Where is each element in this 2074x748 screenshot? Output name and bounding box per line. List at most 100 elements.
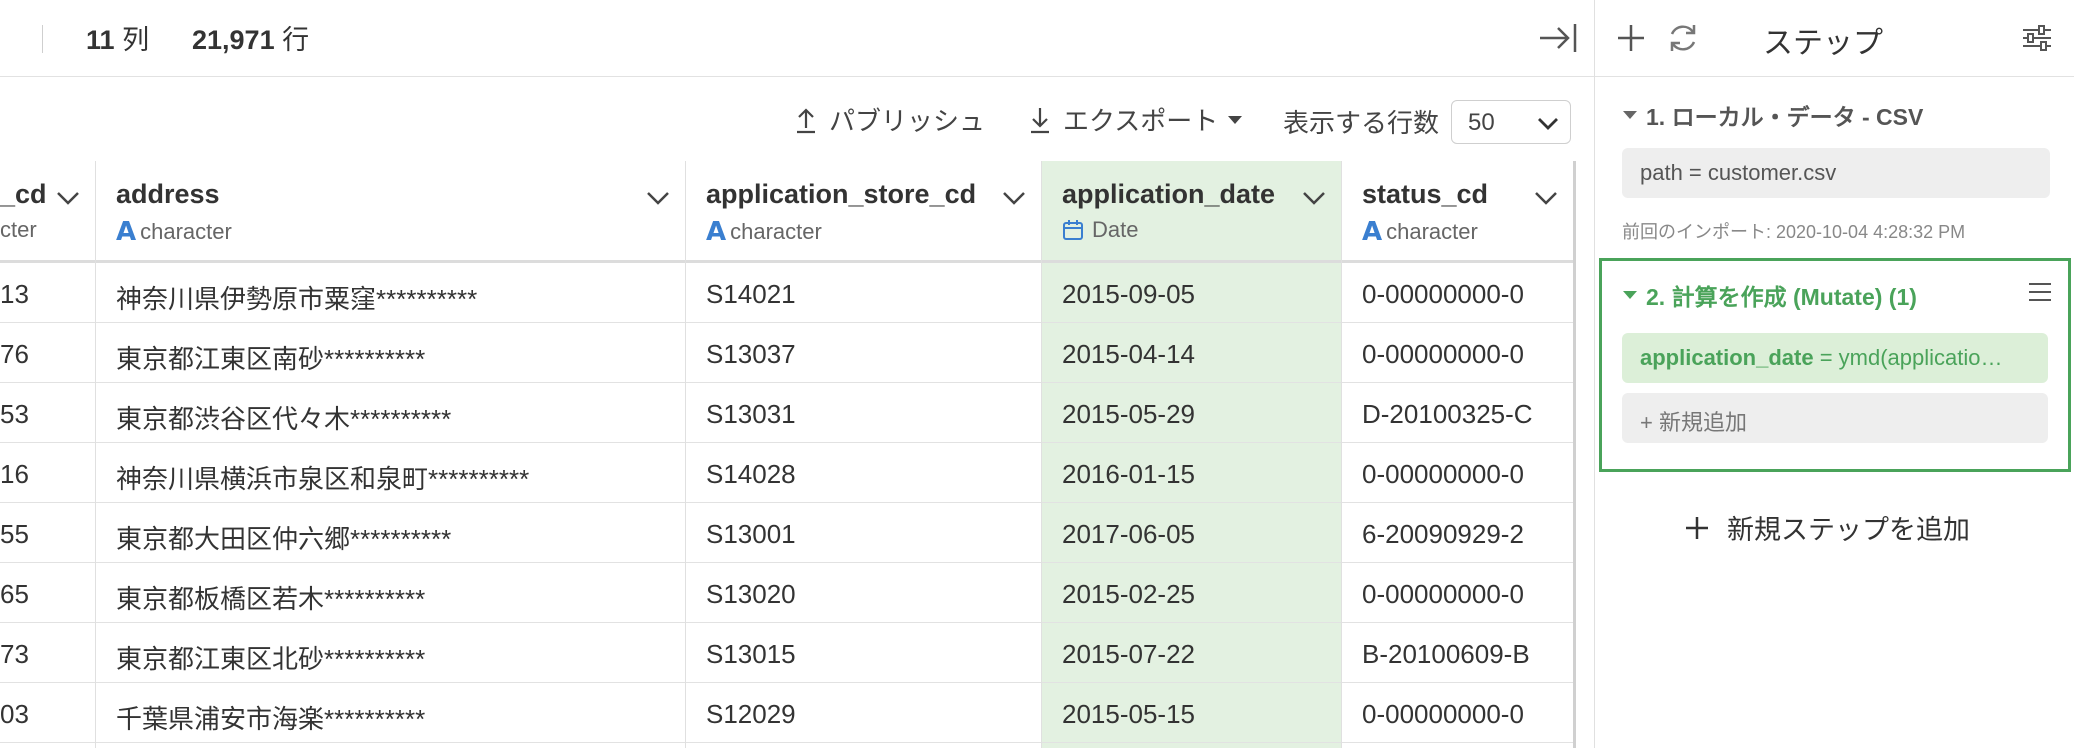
columns-count: 11 列: [86, 25, 150, 55]
table-cell[interactable]: 0-00000000-0: [1342, 683, 1573, 743]
data-table: _cd cter 13 76 53 16 55 65 73 03 address…: [0, 161, 1576, 748]
chevron-down-icon[interactable]: [55, 189, 81, 207]
column-application-store-cd: application_store_cd Acharacter S14021 S…: [686, 161, 1042, 748]
column-type: Acharacter: [116, 217, 232, 247]
panel-title: ステップ: [1763, 27, 1883, 60]
rows-count: 21,971 行: [192, 25, 310, 55]
table-cell[interactable]: 2015-09-05: [1042, 263, 1341, 323]
table-cell[interactable]: B-20100609-B: [1342, 623, 1573, 683]
step-2-param[interactable]: application_date = ymd(applicatio…: [1622, 333, 2048, 383]
top-bar: 11 列 21,971 行: [0, 0, 1594, 77]
table-cell[interactable]: 東京都板橋区若木**********: [96, 563, 685, 623]
add-new-button[interactable]: + 新規追加: [1622, 393, 2048, 443]
column-header[interactable]: _cd cter: [0, 161, 95, 263]
table-cell[interactable]: 2015-04-14: [1042, 323, 1341, 383]
table-cell[interactable]: 東京都大田区仲六郷**********: [96, 503, 685, 563]
table-cell[interactable]: 76: [0, 323, 95, 383]
table-cell[interactable]: 神奈川県横浜市泉区和泉町**********: [96, 443, 685, 503]
table-cell[interactable]: 13: [0, 263, 95, 323]
column-type: Acharacter: [1362, 217, 1478, 247]
table-cell[interactable]: 東京都江東区南砂**********: [96, 323, 685, 383]
chevron-down-icon[interactable]: [1301, 189, 1327, 207]
export-label: エクスポート: [1063, 106, 1219, 136]
last-import-note: 前回のインポート: 2020-10-04 4:28:32 PM: [1622, 222, 1966, 242]
add-step-button[interactable]: 新規ステップを追加: [1683, 508, 1970, 547]
rows-to-show-label: 表示する行数: [1283, 108, 1440, 138]
column-header[interactable]: status_cd Acharacter: [1342, 161, 1573, 263]
column-address: address Acharacter 神奈川県伊勢原市粟窪********** …: [96, 161, 686, 748]
column-header[interactable]: application_date Date: [1042, 161, 1341, 263]
download-icon: [1031, 107, 1049, 133]
column-status-cd: status_cd Acharacter 0-00000000-0 0-0000…: [1342, 161, 1573, 748]
table-cell[interactable]: 03: [0, 683, 95, 743]
table-cell[interactable]: 16: [0, 443, 95, 503]
table-cell[interactable]: 2017-06-05: [1042, 503, 1341, 563]
column-type: Date: [1062, 217, 1138, 243]
table-cell[interactable]: 65: [0, 563, 95, 623]
divider: [42, 25, 43, 53]
table-cell[interactable]: 0-00000000-0: [1342, 443, 1573, 503]
table-cell[interactable]: 神奈川県伊勢原市粟窪**********: [96, 263, 685, 323]
character-type-icon: A: [116, 217, 137, 247]
calendar-icon: [1063, 220, 1083, 240]
caret-down-icon: [1623, 291, 1637, 299]
character-type-icon: A: [1362, 217, 1383, 247]
table-cell[interactable]: S13015: [686, 623, 1041, 683]
step-1-param[interactable]: path = customer.csv: [1622, 148, 2050, 198]
column-header[interactable]: application_store_cd Acharacter: [686, 161, 1041, 263]
publish-label: パブリッシュ: [829, 106, 986, 136]
caret-down-icon: [1228, 115, 1243, 124]
step-2-header[interactable]: 2. 計算を作成 (Mutate) (1): [1622, 278, 1917, 312]
table-cell[interactable]: S12029: [686, 683, 1041, 743]
table-cell[interactable]: S14021: [686, 263, 1041, 323]
column-application-date: application_date Date 2015-09-05 2015-04…: [1042, 161, 1342, 748]
table-cell[interactable]: 0-00000000-0: [1342, 263, 1573, 323]
plus-icon[interactable]: [1613, 20, 1649, 56]
table-cell[interactable]: 0-00000000-0: [1342, 323, 1573, 383]
table-cell[interactable]: 73: [0, 623, 95, 683]
character-type-icon: A: [706, 217, 727, 247]
chevron-down-icon[interactable]: [645, 189, 671, 207]
upload-icon: [797, 107, 815, 133]
column-type: cter: [0, 217, 37, 242]
column-header[interactable]: address Acharacter: [96, 161, 685, 263]
table-cell[interactable]: 千葉県浦安市海楽**********: [96, 683, 685, 743]
table-cell[interactable]: 53: [0, 383, 95, 443]
table-cell[interactable]: 2015-05-29: [1042, 383, 1341, 443]
chevron-down-icon[interactable]: [1001, 189, 1027, 207]
table-cell[interactable]: 2015-02-25: [1042, 563, 1341, 623]
steps-panel: ステップ 1. ローカル・データ - CSV path = customer.c…: [1594, 0, 2074, 748]
table-toolbar: パブリッシュ エクスポート 表示する行数 50: [0, 77, 1594, 161]
table-cell[interactable]: S13020: [686, 563, 1041, 623]
refresh-icon[interactable]: [1665, 20, 1701, 56]
settings-sliders-icon[interactable]: [2019, 20, 2055, 56]
table-cell[interactable]: 2015-05-15: [1042, 683, 1341, 743]
menu-icon[interactable]: [2027, 280, 2053, 304]
plus-icon: [1686, 516, 1708, 539]
table-cell[interactable]: 55: [0, 503, 95, 563]
table-cell[interactable]: 2016-01-15: [1042, 443, 1341, 503]
table-cell[interactable]: 東京都江東区北砂**********: [96, 623, 685, 683]
steps-panel-header: ステップ: [1595, 0, 2074, 77]
add-step-label: 新規ステップを追加: [1727, 515, 1970, 545]
column-type: Acharacter: [706, 217, 822, 247]
chevron-down-icon: [1538, 118, 1558, 130]
step-1-title: 1. ローカル・データ - CSV: [1646, 104, 1924, 130]
caret-down-icon: [1623, 111, 1637, 119]
rows-to-show-select[interactable]: 50: [1451, 100, 1571, 144]
export-button[interactable]: エクスポート: [1027, 101, 1244, 138]
table-cell[interactable]: D-20100325-C: [1342, 383, 1573, 443]
table-cell[interactable]: 0-00000000-0: [1342, 563, 1573, 623]
chevron-down-icon[interactable]: [1533, 189, 1559, 207]
collapse-panel-icon[interactable]: [1538, 18, 1578, 58]
publish-button[interactable]: パブリッシュ: [793, 101, 985, 138]
step-2-title: 2. 計算を作成 (Mutate) (1): [1646, 284, 1917, 310]
table-cell[interactable]: S13031: [686, 383, 1041, 443]
step-1-header[interactable]: 1. ローカル・データ - CSV: [1622, 98, 1923, 132]
table-cell[interactable]: S13001: [686, 503, 1041, 563]
table-cell[interactable]: S14028: [686, 443, 1041, 503]
table-cell[interactable]: S13037: [686, 323, 1041, 383]
table-cell[interactable]: 2015-07-22: [1042, 623, 1341, 683]
table-cell[interactable]: 東京都渋谷区代々木**********: [96, 383, 685, 443]
table-cell[interactable]: 6-20090929-2: [1342, 503, 1573, 563]
